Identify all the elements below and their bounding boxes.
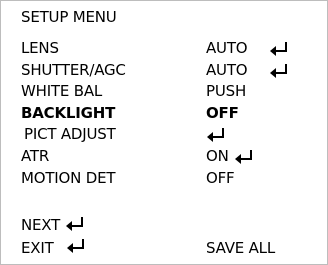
enter-return-icon[interactable] [65,215,85,233]
enter-return-icon[interactable] [269,62,289,80]
menu-item-pict-adjust-label[interactable]: PICT ADJUST [24,125,116,144]
menu-item-motion-det-label[interactable]: MOTION DET [21,169,116,188]
menu-item-lens-label[interactable]: LENS [21,39,59,58]
menu-item-motion-det-value[interactable]: OFF [206,169,235,188]
menu-item-atr-label[interactable]: ATR [21,147,49,166]
enter-return-icon[interactable] [66,237,86,255]
enter-return-icon[interactable] [206,126,226,144]
menu-item-white-bal-label[interactable]: WHITE BAL [21,82,102,101]
menu-item-lens-value[interactable]: AUTO [206,39,248,58]
menu-item-backlight-label[interactable]: BACKLIGHT [21,104,115,123]
exit-label[interactable]: EXIT [21,239,54,258]
menu-item-atr-value[interactable]: ON [206,147,229,166]
menu-item-white-bal-value[interactable]: PUSH [206,82,246,101]
menu-item-shutter-agc-value[interactable]: AUTO [206,61,248,80]
menu-item-backlight-value[interactable]: OFF [206,104,239,123]
menu-item-shutter-agc-label[interactable]: SHUTTER/AGC [21,61,126,80]
menu-title: SETUP MENU [21,8,117,26]
save-all-label[interactable]: SAVE ALL [206,239,275,258]
next-label[interactable]: NEXT [21,216,60,235]
enter-return-icon[interactable] [234,148,254,166]
enter-return-icon[interactable] [269,40,289,58]
setup-menu-panel: SETUP MENU LENS AUTO SHUTTER/AGC AUTO WH… [0,0,328,265]
